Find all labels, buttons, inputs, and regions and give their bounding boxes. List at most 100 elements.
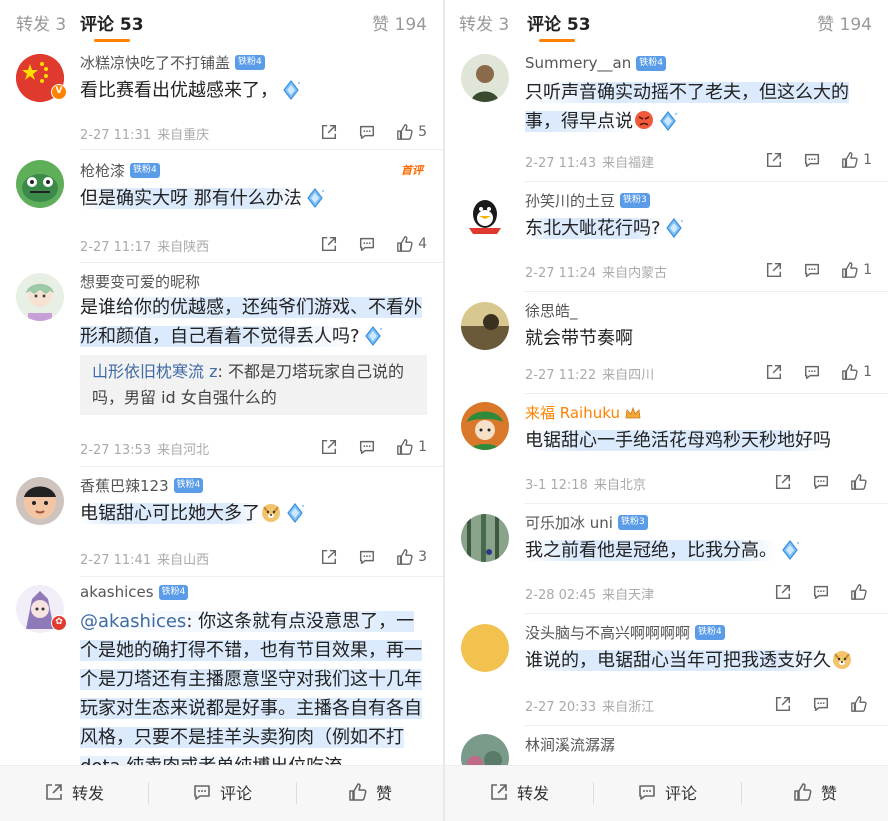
comment-author[interactable]: 来福 Raihuku — [525, 402, 641, 423]
avatar[interactable] — [16, 273, 64, 321]
comment-author[interactable]: 可乐加冰 uni 铁粉3 — [525, 512, 648, 533]
author-name[interactable]: 可乐加冰 uni — [525, 512, 613, 533]
reply-button[interactable] — [803, 151, 821, 169]
author-name[interactable]: 来福 Raihuku — [525, 402, 620, 423]
repost-button[interactable]: 转发 — [489, 780, 549, 804]
share-button[interactable] — [765, 151, 783, 169]
like-button[interactable]: 1 — [841, 261, 872, 279]
author-name[interactable]: Summery__an — [525, 54, 631, 72]
comment-author[interactable]: 冰糕凉快吃了不打铺盖 铁粉4 — [80, 52, 265, 73]
author-name[interactable]: 林涧溪流潺潺 — [525, 734, 615, 755]
tab-likes[interactable]: 赞 194 — [817, 10, 872, 35]
diamond-sticker-icon — [280, 79, 302, 101]
like-button[interactable]: 1 — [841, 151, 872, 169]
reply-button[interactable] — [812, 695, 830, 713]
comment-author[interactable]: 香蕉巴辣123 铁粉4 — [80, 475, 204, 496]
comment-icon — [358, 123, 376, 141]
avatar[interactable] — [461, 54, 509, 102]
share-button[interactable] — [320, 438, 338, 456]
comment-author[interactable]: akashices 铁粉4 — [80, 583, 189, 601]
share-button[interactable] — [320, 123, 338, 141]
comment-time: 2-27 11:24 — [525, 266, 597, 281]
comment-location: 来自重庆 — [157, 128, 210, 143]
comment-button[interactable]: 评论 — [637, 780, 697, 804]
like-button[interactable]: 3 — [396, 548, 427, 566]
comment-author[interactable]: 想要变可爱的昵称 — [80, 271, 200, 292]
reply-button[interactable] — [803, 261, 821, 279]
author-name[interactable]: 香蕉巴辣123 — [80, 475, 169, 496]
share-button[interactable] — [765, 363, 783, 381]
like-button[interactable]: 1 — [841, 363, 872, 381]
like-button[interactable] — [850, 473, 872, 491]
like-button[interactable]: 1 — [396, 438, 427, 456]
tab-reposts[interactable]: 转发 3 — [16, 10, 66, 35]
avatar[interactable] — [16, 160, 64, 208]
author-name[interactable]: 孙笑川的土豆 — [525, 190, 615, 211]
share-button[interactable] — [320, 235, 338, 253]
reply-button[interactable] — [358, 548, 376, 566]
like-button[interactable]: 5 — [396, 123, 427, 141]
reply-button[interactable] — [803, 363, 821, 381]
like-button[interactable] — [850, 583, 872, 601]
comment-icon — [812, 695, 830, 713]
author-name[interactable]: 徐思皓_ — [525, 300, 578, 321]
author-name[interactable]: 枪枪漆 — [80, 160, 125, 181]
author-name[interactable]: akashices — [80, 583, 154, 601]
comment-text: 是谁给你的优越感，还纯爷们游戏、不看外形和颜值，自己看着不觉得丢人吗? — [80, 293, 427, 351]
reply-preview[interactable]: 山形依旧枕寒流 z: 不都是刀塔玩家自己说的吗，男留 id 女自强什么的 — [80, 355, 427, 415]
comment-button[interactable]: 评论 — [192, 780, 252, 804]
comment-author[interactable]: 徐思皓_ — [525, 300, 578, 321]
thumbs-up-icon — [396, 548, 414, 566]
share-icon — [320, 235, 338, 253]
comment-author[interactable]: 林涧溪流潺潺 — [525, 734, 615, 755]
tab-comments[interactable]: 评论 53 — [527, 10, 591, 35]
reply-button[interactable] — [358, 438, 376, 456]
like-button[interactable]: 4 — [396, 235, 427, 253]
like-post-button[interactable]: 赞 — [793, 780, 837, 804]
tab-comments[interactable]: 评论 53 — [80, 10, 144, 35]
tab-likes[interactable]: 赞 194 — [372, 10, 427, 35]
avatar[interactable] — [16, 477, 64, 525]
author-name[interactable]: 想要变可爱的昵称 — [80, 271, 200, 292]
bottom-action-bar: 转发 评论 赞 — [0, 765, 443, 821]
reply-button[interactable] — [812, 583, 830, 601]
reply-button[interactable] — [358, 123, 376, 141]
comment-author[interactable]: Summery__an 铁粉4 — [525, 54, 666, 72]
share-button[interactable] — [320, 548, 338, 566]
comment-item: 孙笑川的土豆 铁粉3 东北大呲花行吗? 2-27 11:24 来自内蒙古 1 — [445, 182, 888, 292]
repost-button[interactable]: 转发 — [44, 780, 104, 804]
share-button[interactable] — [765, 261, 783, 279]
comment-time: 2-27 11:22 — [525, 368, 597, 383]
comment-author[interactable]: 孙笑川的土豆 铁粉3 — [525, 190, 650, 211]
comment-text-content: 东北大呲花行吗? — [525, 218, 661, 239]
avatar[interactable] — [461, 192, 509, 240]
avatar[interactable] — [461, 402, 509, 450]
share-button[interactable] — [774, 473, 792, 491]
thumbs-up-icon — [348, 782, 368, 802]
tab-likes-label: 赞 — [817, 15, 835, 35]
avatar[interactable] — [461, 624, 509, 672]
avatar[interactable] — [461, 302, 509, 350]
reply-author[interactable]: 山形依旧枕寒流 z — [92, 362, 218, 381]
reply-button[interactable] — [358, 235, 376, 253]
avatar[interactable] — [461, 514, 509, 562]
share-button[interactable] — [774, 583, 792, 601]
comment-text-content: 谁说的，电锯甜心当年可把我透支好久 — [525, 650, 831, 671]
comment-meta: 2-27 11:41 来自山西 — [80, 549, 209, 568]
comment-author[interactable]: 枪枪漆 铁粉4 — [80, 160, 160, 181]
like-button[interactable] — [850, 695, 872, 713]
comment-author[interactable]: 没头脑与不高兴啊啊啊啊 铁粉4 — [525, 622, 725, 643]
share-icon — [765, 151, 783, 169]
comment-time: 3-1 12:18 — [525, 478, 588, 493]
mention-link[interactable]: @akashices — [80, 611, 186, 632]
like-post-button[interactable]: 赞 — [348, 780, 392, 804]
comment-icon — [358, 235, 376, 253]
author-name[interactable]: 冰糕凉快吃了不打铺盖 — [80, 52, 230, 73]
reply-button[interactable] — [812, 473, 830, 491]
comment-text: 电锯甜心一手绝活花母鸡秒天秒地好吗 — [525, 426, 872, 455]
share-icon — [774, 583, 792, 601]
tab-reposts[interactable]: 转发 3 — [459, 10, 509, 35]
comment-location: 来自北京 — [593, 478, 646, 493]
author-name[interactable]: 没头脑与不高兴啊啊啊啊 — [525, 622, 690, 643]
share-button[interactable] — [774, 695, 792, 713]
